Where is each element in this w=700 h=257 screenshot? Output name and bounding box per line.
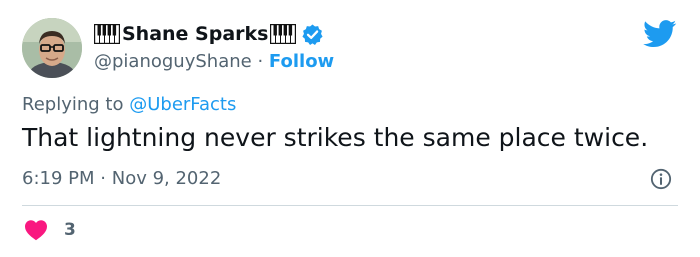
twitter-bird-icon[interactable] (643, 20, 677, 48)
avatar-image (22, 18, 82, 78)
divider (22, 205, 678, 206)
piano-keys-icon (270, 24, 297, 44)
heart-icon[interactable] (24, 219, 48, 241)
handle-row: @pianoguyShane · Follow (94, 51, 334, 72)
follow-button[interactable]: Follow (269, 51, 334, 72)
display-name-row[interactable]: Shane Sparks (94, 20, 334, 48)
user-handle[interactable]: @pianoguyShane (94, 51, 252, 72)
reply-mention-link[interactable]: @UberFacts (129, 94, 236, 115)
display-name[interactable]: Shane Sparks (122, 23, 268, 45)
tweet-date[interactable]: Nov 9, 2022 (112, 168, 222, 189)
info-icon[interactable] (650, 168, 672, 190)
avatar[interactable] (22, 18, 82, 78)
handle-separator: · (257, 51, 264, 72)
timestamp-separator: · (100, 168, 106, 189)
verified-badge-icon (302, 23, 324, 45)
author-block: Shane Sparks @pianoguyShane · Follow (94, 20, 334, 72)
tweet-time[interactable]: 6:19 PM (22, 168, 95, 189)
tweet-timestamp[interactable]: 6:19 PM · Nov 9, 2022 (22, 168, 221, 189)
piano-keys-icon (94, 24, 120, 44)
replying-to-line: Replying to @UberFacts (22, 94, 236, 115)
tweet-text: That lightning never strikes the same pl… (22, 123, 649, 152)
like-action[interactable]: 3 (24, 219, 76, 241)
like-count: 3 (64, 220, 76, 240)
replying-to-label: Replying to (22, 94, 124, 115)
